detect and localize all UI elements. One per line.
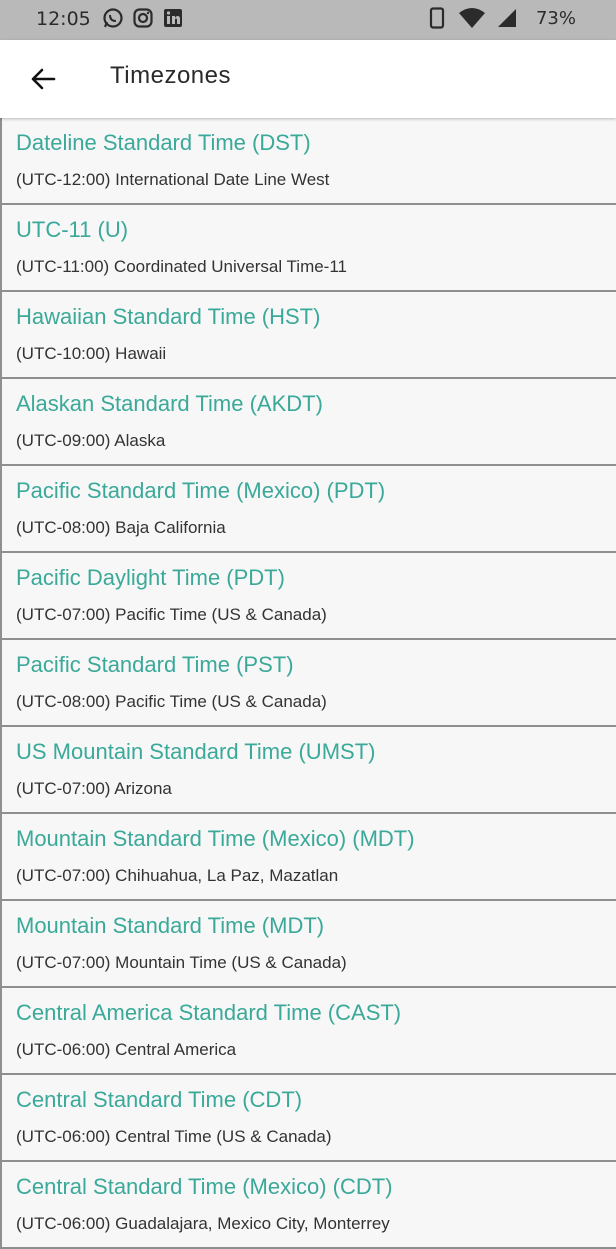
timezone-name: Central Standard Time (CDT) — [16, 1087, 303, 1112]
back-button[interactable] — [24, 60, 62, 98]
timezone-offset-description: (UTC-09:00) Alaska — [16, 431, 166, 450]
timezone-offset-description: (UTC-11:00) Coordinated Universal Time-1… — [16, 257, 347, 276]
timezone-name: Mountain Standard Time (Mexico) (MDT) — [16, 826, 415, 851]
timezone-offset-description: (UTC-10:00) Hawaii — [16, 344, 167, 363]
phone-icon — [426, 7, 448, 29]
timezone-name: Pacific Standard Time (Mexico) (PDT) — [16, 478, 386, 503]
timezone-name: Pacific Standard Time (PST) — [16, 652, 294, 677]
instagram-icon — [132, 7, 154, 29]
timezone-list-item[interactable]: Central Standard Time (CDT) (UTC-06:00) C… — [0, 1075, 616, 1162]
timezone-list-item[interactable]: Mountain Standard Time (MDT) (UTC-07:00) … — [0, 901, 616, 988]
timezone-list-item[interactable]: Dateline Standard Time (DST) (UTC-12:00) … — [0, 118, 616, 205]
timezone-offset-description: (UTC-06:00) Central Time (US & Canada) — [16, 1127, 332, 1146]
timezone-list: Dateline Standard Time (DST) (UTC-12:00) … — [0, 118, 616, 1249]
timezone-list-item[interactable]: US Mountain Standard Time (UMST) (UTC-07:… — [0, 727, 616, 814]
timezone-name: Mountain Standard Time (MDT) — [16, 913, 325, 938]
arrow-left-icon — [31, 68, 56, 90]
notification-icons — [102, 7, 184, 29]
timezone-name: Pacific Daylight Time (PDT) — [16, 565, 285, 590]
timezone-name: UTC-11 (U) — [16, 217, 129, 242]
timezone-offset-description: (UTC-08:00) Baja California — [16, 518, 226, 537]
linkedin-icon — [162, 7, 184, 29]
timezone-list-item[interactable]: Hawaiian Standard Time (HST) (UTC-10:00) … — [0, 292, 616, 379]
timezone-name: Central Standard Time (Mexico) (CDT) — [16, 1174, 393, 1199]
timezone-list-item[interactable]: UTC-11 (U) (UTC-11:00) Coordinated Univer… — [0, 205, 616, 292]
battery-level: 73% — [535, 8, 576, 29]
timezone-offset-description: (UTC-08:00) Pacific Time (US & Canada) — [16, 692, 327, 711]
timezone-list-item[interactable]: Pacific Standard Time (PST) (UTC-08:00) P… — [0, 640, 616, 727]
timezone-offset-description: (UTC-06:00) Guadalajara, Mexico City, Mo… — [16, 1214, 390, 1233]
timezone-list-item[interactable]: Pacific Daylight Time (PDT) (UTC-07:00) P… — [0, 553, 616, 640]
wifi-icon — [458, 7, 486, 29]
timezone-name: US Mountain Standard Time (UMST) — [16, 739, 376, 764]
status-bar: 12:05 73% — [0, 0, 616, 40]
timezone-offset-description: (UTC-07:00) Mountain Time (US & Canada) — [16, 953, 347, 972]
timezone-offset-description: (UTC-07:00) Chihuahua, La Paz, Mazatlan — [16, 866, 339, 885]
timezone-offset-description: (UTC-07:00) Pacific Time (US & Canada) — [16, 605, 327, 624]
timezone-list-item[interactable]: Pacific Standard Time (Mexico) (PDT) (UTC… — [0, 466, 616, 553]
timezone-offset-description: (UTC-12:00) International Date Line West — [16, 170, 330, 189]
timezone-offset-description: (UTC-06:00) Central America — [16, 1040, 237, 1059]
whatsapp-icon — [102, 7, 124, 29]
page-title: Timezones — [110, 62, 231, 89]
timezone-name: Central America Standard Time (CAST) — [16, 1000, 402, 1025]
timezone-name: Hawaiian Standard Time (HST) — [16, 304, 321, 329]
system-icons — [426, 7, 518, 29]
signal-icon — [496, 7, 518, 29]
app-bar: Timezones — [0, 40, 616, 118]
timezone-name: Alaskan Standard Time (AKDT) — [16, 391, 323, 416]
timezone-list-item[interactable]: Central America Standard Time (CAST) (UTC… — [0, 988, 616, 1075]
timezone-list-item[interactable]: Central Standard Time (Mexico) (CDT) (UTC… — [0, 1162, 616, 1249]
timezone-list-item[interactable]: Alaskan Standard Time (AKDT) (UTC-09:00) … — [0, 379, 616, 466]
status-time: 12:05 — [36, 8, 91, 30]
timezone-name: Dateline Standard Time (DST) — [16, 130, 311, 155]
timezone-list-item[interactable]: Mountain Standard Time (Mexico) (MDT) (UT… — [0, 814, 616, 901]
timezone-offset-description: (UTC-07:00) Arizona — [16, 779, 172, 798]
